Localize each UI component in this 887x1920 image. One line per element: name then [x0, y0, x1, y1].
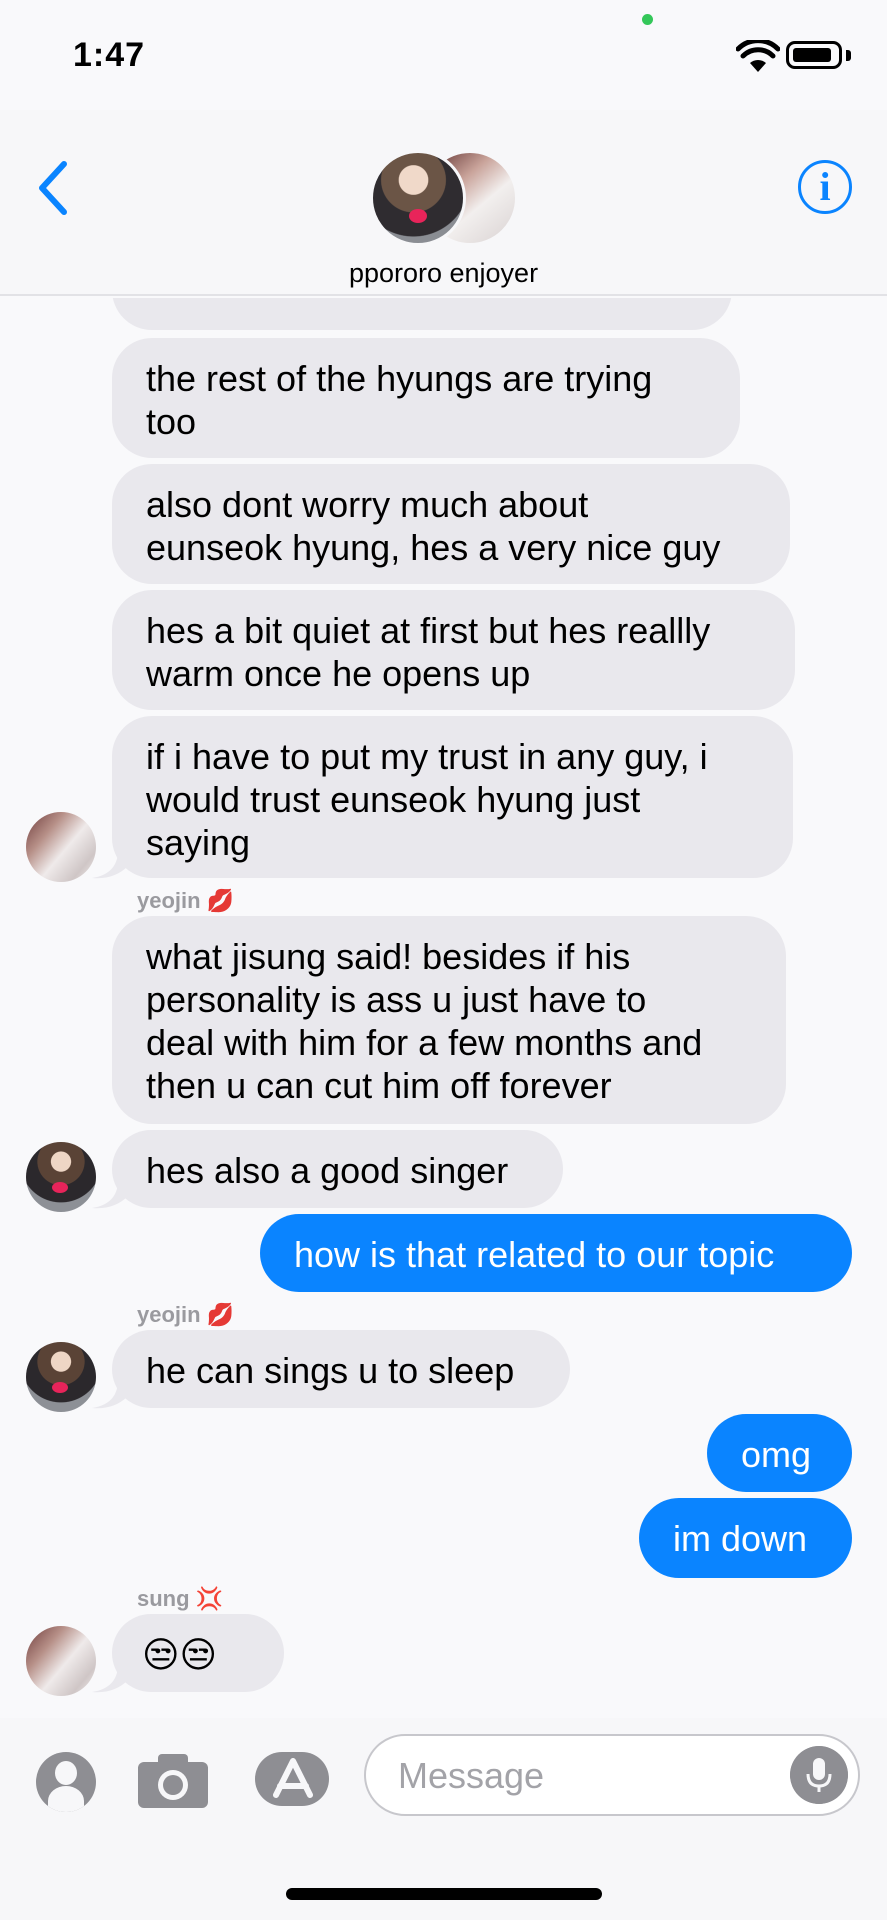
group-avatar[interactable] [370, 150, 520, 250]
message-bubble[interactable]: if i have to put my trust in any guy, i … [112, 716, 793, 878]
messages-screen: 1:47 ppororo enjoyer i the rest of the h… [0, 0, 887, 1920]
battery-cap [846, 50, 851, 61]
message-bubble[interactable]: he can sings u to sleep [112, 1330, 570, 1408]
app-store-icon[interactable] [254, 1750, 332, 1808]
camera-icon[interactable] [136, 1750, 210, 1810]
avatar-yeojin[interactable] [26, 1342, 96, 1412]
microphone-icon[interactable] [790, 1746, 848, 1804]
contact-icon[interactable] [36, 1752, 96, 1812]
sender-name: yeojin 💋 [137, 888, 235, 913]
camera-indicator-dot [642, 14, 653, 25]
message-bubble[interactable]: the rest of the hyungs are trying too [112, 338, 740, 458]
message-bubble-outgoing[interactable]: how is that related to our topic [260, 1214, 852, 1292]
message-bubble[interactable]: 😒😒 [112, 1614, 284, 1692]
message-bubble[interactable]: also dont worry much about eunseok hyung… [112, 464, 790, 584]
message-bubble[interactable]: hes a bit quiet at first but hes reallly… [112, 590, 795, 710]
message-list: the rest of the hyungs are trying too al… [0, 298, 887, 1718]
wifi-icon [736, 40, 780, 72]
sender-name: yeojin 💋 [137, 1302, 235, 1327]
info-icon[interactable]: i [798, 160, 852, 214]
avatar-sung[interactable] [26, 812, 96, 882]
avatar-yeojin[interactable] [26, 1142, 96, 1212]
message-bubble[interactable]: hes also a good singer [112, 1130, 563, 1208]
home-indicator[interactable] [286, 1888, 602, 1900]
sender-name: sung 💢 [137, 1586, 224, 1611]
back-chevron-icon[interactable] [30, 158, 80, 218]
conversation-header: ppororo enjoyer i [0, 110, 887, 296]
status-time: 1:47 [73, 36, 146, 74]
message-field[interactable] [364, 1734, 860, 1816]
message-bubble-outgoing[interactable]: omg [707, 1414, 852, 1492]
group-avatar-member-1 [370, 150, 466, 246]
message-input[interactable] [398, 1750, 778, 1802]
conversation-title[interactable]: ppororo enjoyer [0, 258, 887, 289]
avatar-sung[interactable] [26, 1626, 96, 1696]
message-bubble-outgoing[interactable]: im down [639, 1498, 852, 1578]
battery-icon [786, 41, 842, 69]
message-bubble-partial[interactable] [112, 298, 732, 330]
message-bubble[interactable]: what jisung said! besides if his persona… [112, 916, 786, 1124]
